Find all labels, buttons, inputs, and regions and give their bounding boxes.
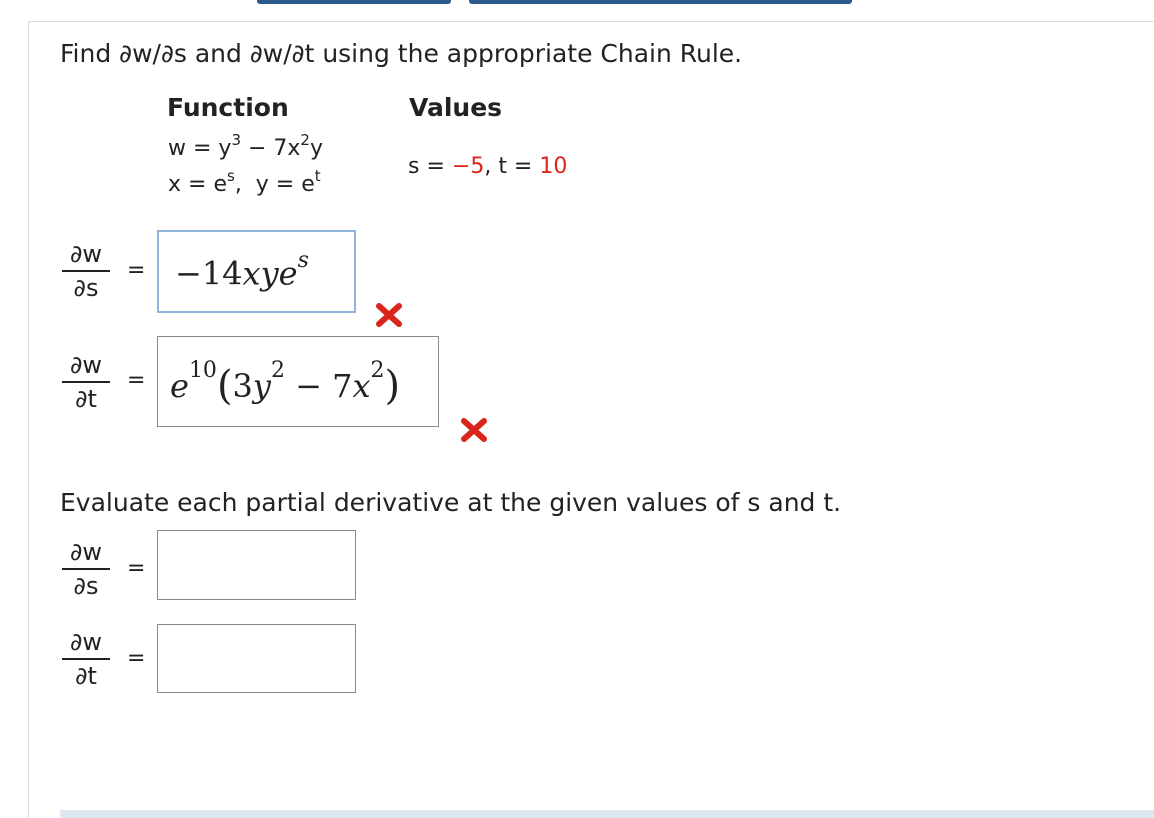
function-header: Function (167, 93, 289, 122)
value-t-label: , t = (484, 154, 540, 179)
fraction-bar (62, 381, 110, 383)
value-t: 10 (539, 154, 568, 179)
fraction-bar (62, 568, 110, 570)
top-button-right[interactable] (469, 0, 852, 4)
fraction-denominator: ∂s (73, 274, 99, 302)
value-s: −5 (451, 154, 485, 179)
dw-ds-answer-math: −14xyes (175, 248, 309, 293)
fraction-numerator: ∂w (69, 538, 103, 566)
cross-icon (461, 418, 487, 442)
fraction-denominator: ∂t (75, 662, 97, 690)
next-panel-strip (60, 810, 1154, 818)
panel-top-border (28, 21, 1154, 22)
dw-dt-answer-input[interactable]: e10(3y2 − 7x2) (157, 336, 439, 427)
equals-sign: = (127, 646, 146, 671)
values-header: Values (409, 93, 503, 122)
dw-ds-fraction: ∂w ∂s (62, 240, 110, 302)
dw-dt-answer-math: e10(3y2 − 7x2) (170, 358, 401, 409)
eval-dw-dt-fraction: ∂w ∂t (62, 628, 110, 690)
dw-dt-fraction: ∂w ∂t (62, 351, 110, 413)
value-s-label: s = (408, 154, 452, 179)
fraction-numerator: ∂w (69, 351, 103, 379)
fraction-bar (62, 270, 110, 272)
fraction-numerator: ∂w (69, 628, 103, 656)
cross-icon (376, 303, 402, 327)
panel-left-border (28, 22, 29, 818)
top-button-left[interactable] (257, 0, 451, 4)
function-line-xy: x = es, y = et (168, 167, 321, 197)
dw-ds-answer-input[interactable]: −14xyes (157, 230, 356, 313)
eval-dw-ds-fraction: ∂w ∂s (62, 538, 110, 600)
fraction-numerator: ∂w (69, 240, 103, 268)
equals-sign: = (127, 258, 146, 283)
equals-sign: = (127, 368, 146, 393)
fraction-denominator: ∂t (75, 385, 97, 413)
evaluate-prompt: Evaluate each partial derivative at the … (60, 488, 842, 517)
given-values: s = −5, t = 10 (408, 154, 567, 179)
question-prompt: Find ∂w/∂s and ∂w/∂t using the appropria… (60, 39, 743, 68)
equals-sign: = (127, 556, 146, 581)
function-line-w: w = y3 − 7x2y (168, 131, 323, 161)
eval-dw-ds-input[interactable] (157, 530, 356, 600)
fraction-denominator: ∂s (73, 572, 99, 600)
eval-dw-dt-input[interactable] (157, 624, 356, 693)
fraction-bar (62, 658, 110, 660)
